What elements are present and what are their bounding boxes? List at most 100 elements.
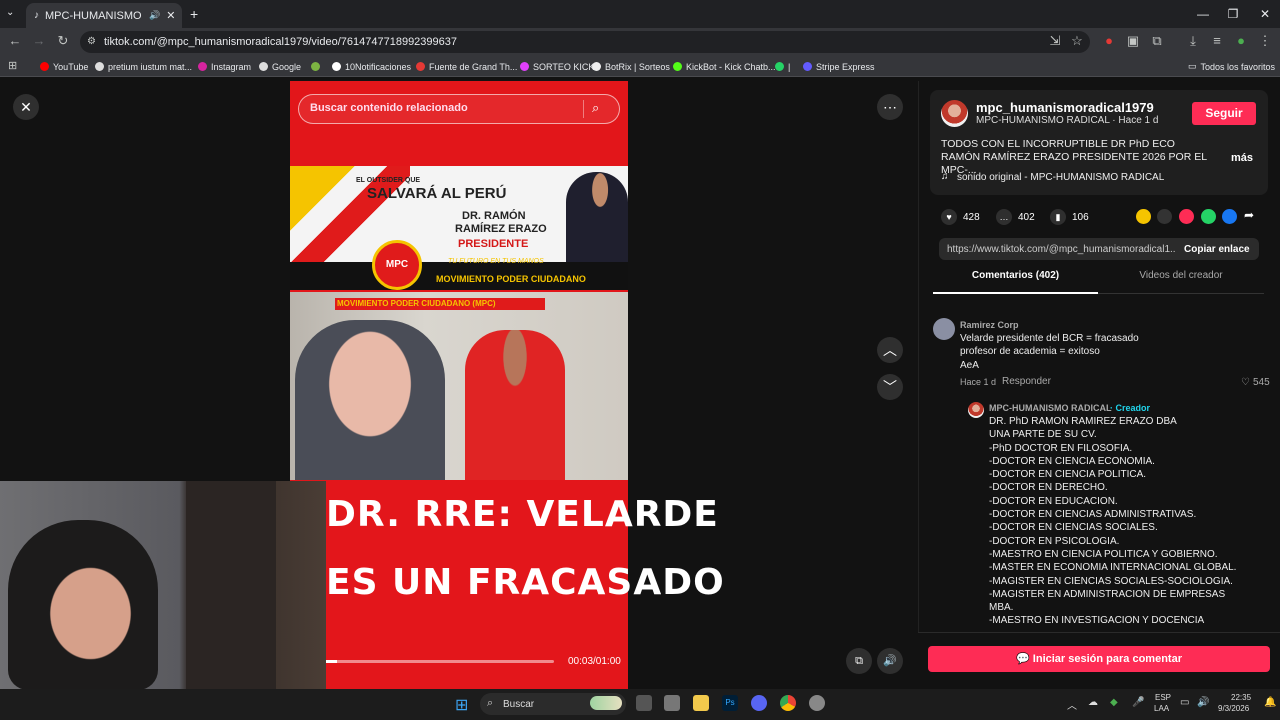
- bookmark-youtube[interactable]: YouTube: [40, 59, 88, 74]
- bookmark-star-icon[interactable]: ☆: [1068, 33, 1086, 49]
- comment-bubble-icon: 💬: [1016, 653, 1033, 665]
- kickbot-icon: [673, 62, 682, 71]
- reply-avatar[interactable]: [968, 402, 984, 418]
- language-code[interactable]: ESP: [1155, 693, 1171, 702]
- cloud-icon[interactable]: ☁: [1088, 697, 1098, 708]
- clock-date[interactable]: 9/3/2026: [1218, 704, 1249, 713]
- tray-chevron-icon[interactable]: ︿: [1067, 697, 1077, 712]
- embed-icon[interactable]: [1157, 209, 1172, 224]
- menu-icon[interactable]: ⋮: [1256, 33, 1274, 49]
- bookmark-pretium[interactable]: pretium iustum mat...: [95, 59, 192, 74]
- minimize-button[interactable]: —: [1188, 4, 1218, 24]
- bookmark-extra-icon-item[interactable]: [311, 59, 320, 74]
- bookmark-sorteo-kick[interactable]: SORTEO KICK: [520, 59, 594, 74]
- all-bookmarks-folder[interactable]: ▭ Todos los favoritos: [1188, 59, 1275, 74]
- comment-author[interactable]: Ramirez Corp: [960, 320, 1019, 330]
- comment-like-icon[interactable]: ♡: [1241, 377, 1250, 388]
- reply-button[interactable]: Responder: [1002, 376, 1051, 387]
- clock-time[interactable]: 22:35: [1231, 693, 1251, 702]
- tab-comments[interactable]: Comentarios (402): [933, 270, 1098, 294]
- notifications-icon[interactable]: 🔔: [1264, 697, 1276, 708]
- save-count: 106: [1072, 211, 1089, 223]
- app-icon[interactable]: [664, 695, 680, 711]
- restore-button[interactable]: ❐: [1218, 4, 1248, 24]
- creator-username[interactable]: mpc_humanismoradical1979: [976, 100, 1154, 115]
- forward-icon[interactable]: →: [30, 33, 48, 48]
- floating-player-icon[interactable]: ⧉: [846, 648, 872, 674]
- keyboard-layout[interactable]: LAA: [1154, 704, 1169, 713]
- extensions-puzzle-icon[interactable]: ⧉: [1148, 33, 1166, 49]
- extension2-icon[interactable]: ▣: [1124, 33, 1142, 49]
- network-icon[interactable]: ▭: [1180, 697, 1189, 708]
- media-icon[interactable]: ≡: [1208, 33, 1226, 48]
- chrome-icon[interactable]: [780, 695, 796, 711]
- comment-stat[interactable]: … 402: [996, 209, 1035, 225]
- sound-link[interactable]: sonido original - MPC-HUMANISMO RADICAL: [957, 172, 1164, 183]
- more-options-icon[interactable]: ⋯: [877, 94, 903, 120]
- search-icon[interactable]: ⌕: [592, 100, 599, 116]
- login-to-comment-button[interactable]: 💬 Iniciar sesión para comentar: [928, 646, 1270, 672]
- discord-icon[interactable]: [751, 695, 767, 711]
- botrix-icon: [592, 62, 601, 71]
- save-stat[interactable]: ▮ 106: [1050, 209, 1089, 225]
- login-label: Iniciar sesión para comentar: [1032, 653, 1182, 665]
- tab-search-icon[interactable]: ⌄: [6, 7, 14, 18]
- whatsapp-share-icon[interactable]: [1201, 209, 1216, 224]
- send-icon[interactable]: [1179, 209, 1194, 224]
- shield-icon[interactable]: ◆: [1110, 697, 1118, 708]
- comment-avatar[interactable]: [933, 318, 955, 340]
- follow-button[interactable]: Seguir: [1192, 102, 1256, 125]
- share-repost-icon[interactable]: [1136, 209, 1151, 224]
- volume-icon[interactable]: 🔊: [877, 648, 903, 674]
- next-video-icon[interactable]: ﹀: [877, 374, 903, 400]
- app2-icon[interactable]: [809, 695, 825, 711]
- bookmark-grand-theft[interactable]: Fuente de Grand Th...: [416, 59, 517, 74]
- video-link[interactable]: https://www.tiktok.com/@mpc_humanismorad…: [947, 244, 1175, 255]
- previous-video-icon[interactable]: ︿: [877, 337, 903, 363]
- comment-count: 402: [1018, 211, 1035, 223]
- bookmark-stripe[interactable]: Stripe Express: [803, 59, 875, 74]
- apps-grid-icon[interactable]: ⊞: [8, 59, 17, 72]
- extension-icon[interactable]: ●: [1100, 33, 1118, 48]
- creator-subtitle: MPC-HUMANISMO RADICAL · Hace 1 d: [976, 115, 1159, 126]
- share-arrow-icon[interactable]: ➦: [1244, 208, 1254, 222]
- whatsapp-icon: [775, 62, 784, 71]
- back-icon[interactable]: ←: [6, 33, 24, 48]
- profile-avatar-icon[interactable]: ●: [1232, 33, 1250, 48]
- download-icon[interactable]: ⤓: [1184, 33, 1202, 49]
- tab-creator-videos[interactable]: Videos del creador: [1098, 270, 1264, 294]
- site-info-icon[interactable]: ⚙: [87, 36, 96, 47]
- browser-tab[interactable]: ♪ MPC-HUMANISMO RADICA 🔊 ✕: [26, 3, 182, 28]
- windows-start-icon[interactable]: ⊞: [455, 695, 468, 715]
- new-tab-button[interactable]: +: [190, 6, 198, 22]
- music-note-icon: ♫: [941, 171, 949, 182]
- creator-avatar[interactable]: [941, 100, 968, 127]
- bookmark-10notificaciones[interactable]: 10Notificaciones: [332, 59, 411, 74]
- bookmark-whatsapp[interactable]: |: [775, 59, 790, 74]
- bookmark-botrix[interactable]: BotRix | Sorteos: [592, 59, 670, 74]
- close-window-button[interactable]: ✕: [1250, 4, 1280, 24]
- photoshop-icon[interactable]: Ps: [722, 695, 738, 711]
- bookmark-label: Google: [272, 61, 302, 72]
- bookmark-label: Fuente de Grand Th...: [429, 61, 518, 72]
- url-text[interactable]: tiktok.com/@mpc_humanismoradical1979/vid…: [104, 36, 457, 48]
- close-video-button[interactable]: ✕: [13, 94, 39, 120]
- facebook-share-icon[interactable]: [1222, 209, 1237, 224]
- bookmark-google[interactable]: Google: [259, 59, 301, 74]
- task-view-icon[interactable]: [636, 695, 652, 711]
- more-button[interactable]: más: [1231, 152, 1253, 164]
- bookmark-instagram[interactable]: Instagram: [198, 59, 251, 74]
- install-icon[interactable]: ⇲: [1046, 33, 1064, 49]
- reload-icon[interactable]: ↻: [54, 33, 72, 49]
- copy-link-button[interactable]: Copiar enlace: [1184, 244, 1250, 255]
- file-explorer-icon[interactable]: [693, 695, 709, 711]
- reply-author[interactable]: MPC-HUMANISMO RADICAL: [989, 403, 1112, 413]
- speaker-icon[interactable]: 🔊: [1197, 697, 1209, 708]
- like-stat[interactable]: ♥ 428: [941, 209, 980, 225]
- tab-close-icon[interactable]: ✕: [166, 9, 175, 22]
- streamer-figure: [8, 520, 158, 690]
- bookmark-kickbot[interactable]: KickBot - Kick Chatb...: [673, 59, 776, 74]
- microphone-icon[interactable]: 🎤: [1132, 697, 1144, 708]
- progress-track[interactable]: [326, 660, 554, 663]
- progress-fill: [326, 660, 338, 663]
